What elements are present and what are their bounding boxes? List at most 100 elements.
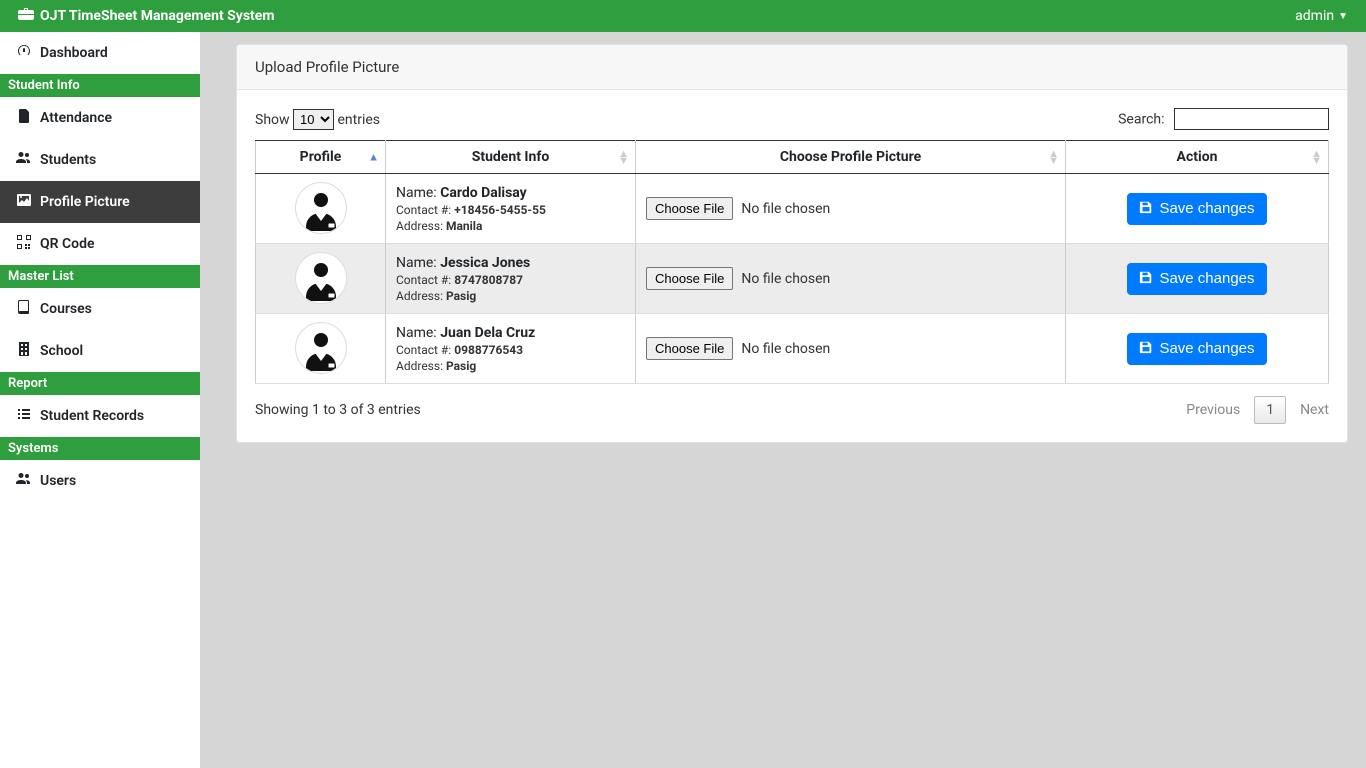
search-label: Search: (1118, 112, 1164, 128)
address-label: Address: (396, 359, 443, 373)
book-icon (16, 299, 32, 319)
table-row: Name: Cardo Dalisay Contact #: +18456-545… (256, 174, 1329, 244)
student-contact: +18456-5455-55 (454, 203, 546, 217)
sort-icon: ▲▼ (1048, 150, 1059, 164)
sidebar-item-label: Courses (40, 301, 92, 317)
datatable-info: Showing 1 to 3 of 3 entries (255, 402, 421, 418)
col-header-student-info[interactable]: Student Info ▲▼ (386, 141, 636, 174)
sidebar-item-qr-code[interactable]: QR Code (0, 223, 200, 265)
page-previous[interactable]: Previous (1186, 402, 1240, 418)
page-next[interactable]: Next (1300, 402, 1329, 418)
file-status: No file chosen (741, 271, 830, 287)
qr-icon (16, 234, 32, 254)
save-icon (1139, 340, 1153, 358)
sidebar-item-users[interactable]: Users (0, 460, 200, 502)
brand[interactable]: OJT TimeSheet Management System (18, 6, 274, 26)
sort-icon: ▲▼ (1311, 150, 1322, 164)
student-contact: 8747808787 (454, 273, 523, 287)
sort-asc-icon: ▲ (368, 151, 379, 164)
save-label: Save changes (1159, 270, 1254, 287)
col-header-action[interactable]: Action ▲▼ (1066, 141, 1329, 174)
sidebar-header-systems: Systems (0, 437, 200, 460)
table-row: Name: Juan Dela Cruz Contact #: 098877654… (256, 314, 1329, 384)
save-changes-button[interactable]: Save changes (1127, 193, 1266, 225)
dashboard-icon (16, 43, 32, 63)
sidebar-item-profile-picture[interactable]: Profile Picture (0, 181, 200, 223)
top-bar: OJT TimeSheet Management System admin ▼ (0, 0, 1366, 32)
sidebar-item-label: Profile Picture (40, 194, 130, 210)
sidebar-item-label: Attendance (40, 110, 112, 126)
avatar (295, 182, 347, 234)
student-address: Pasig (446, 289, 476, 303)
student-contact: 0988776543 (454, 343, 523, 357)
contact-label: Contact #: (396, 273, 451, 287)
contact-label: Contact #: (396, 343, 451, 357)
choose-file-button[interactable]: Choose File (646, 267, 733, 290)
save-icon (1139, 270, 1153, 288)
clipboard-icon (16, 108, 32, 128)
save-label: Save changes (1159, 200, 1254, 217)
col-header-choose[interactable]: Choose Profile Picture ▲▼ (636, 141, 1066, 174)
panel-title: Upload Profile Picture (237, 45, 1347, 90)
address-label: Address: (396, 219, 443, 233)
brand-title: OJT TimeSheet Management System (40, 8, 274, 24)
student-name: Cardo Dalisay (440, 185, 527, 201)
main-content: Upload Profile Picture Show 10 entries S… (200, 32, 1366, 768)
sidebar: Dashboard Student Info Attendance Studen… (0, 32, 200, 768)
sidebar-item-attendance[interactable]: Attendance (0, 97, 200, 139)
name-label: Name: (396, 185, 437, 201)
save-changes-button[interactable]: Save changes (1127, 263, 1266, 295)
avatar (295, 322, 347, 374)
sidebar-item-student-records[interactable]: Student Records (0, 395, 200, 437)
sidebar-header-student-info: Student Info (0, 74, 200, 97)
sidebar-item-dashboard[interactable]: Dashboard (0, 32, 200, 74)
length-select[interactable]: 10 (293, 109, 334, 130)
page-number[interactable]: 1 (1254, 396, 1286, 424)
sidebar-item-school[interactable]: School (0, 330, 200, 372)
sidebar-item-courses[interactable]: Courses (0, 288, 200, 330)
contact-label: Contact #: (396, 203, 451, 217)
sidebar-item-label: Dashboard (40, 45, 108, 61)
file-status: No file chosen (741, 201, 830, 217)
choose-file-button[interactable]: Choose File (646, 197, 733, 220)
users-icon (16, 471, 32, 491)
name-label: Name: (396, 255, 437, 271)
sidebar-item-label: Student Records (40, 408, 144, 424)
save-changes-button[interactable]: Save changes (1127, 333, 1266, 365)
caret-down-icon: ▼ (1338, 11, 1348, 22)
user-menu[interactable]: admin ▼ (1295, 8, 1348, 24)
search-input[interactable] (1174, 108, 1329, 130)
save-icon (1139, 200, 1153, 218)
name-label: Name: (396, 325, 437, 341)
student-name: Juan Dela Cruz (440, 325, 535, 341)
list-icon (16, 406, 32, 426)
building-icon (16, 341, 32, 361)
panel: Upload Profile Picture Show 10 entries S… (236, 44, 1348, 443)
file-status: No file chosen (741, 341, 830, 357)
sidebar-item-label: School (40, 343, 83, 359)
student-address: Manila (446, 219, 482, 233)
sort-icon: ▲▼ (618, 150, 629, 164)
pagination: Previous 1 Next (1186, 396, 1329, 424)
sidebar-item-label: Users (40, 473, 76, 489)
sidebar-item-label: Students (40, 152, 96, 168)
sidebar-header-report: Report (0, 372, 200, 395)
choose-file-button[interactable]: Choose File (646, 337, 733, 360)
briefcase-icon (18, 6, 34, 26)
length-show-label: Show (255, 112, 290, 128)
student-address: Pasig (446, 359, 476, 373)
table-row: Name: Jessica Jones Contact #: 8747808787… (256, 244, 1329, 314)
save-label: Save changes (1159, 340, 1254, 357)
datatable-filter: Search: (1118, 108, 1329, 130)
col-header-profile[interactable]: Profile ▲ (256, 141, 386, 174)
avatar (295, 252, 347, 304)
datatable-length: Show 10 entries (255, 109, 380, 130)
address-label: Address: (396, 289, 443, 303)
student-name: Jessica Jones (440, 255, 530, 271)
sidebar-header-master-list: Master List (0, 265, 200, 288)
user-name: admin (1295, 8, 1334, 24)
image-icon (16, 192, 32, 212)
length-entries-label: entries (338, 112, 381, 128)
sidebar-item-students[interactable]: Students (0, 139, 200, 181)
users-icon (16, 150, 32, 170)
